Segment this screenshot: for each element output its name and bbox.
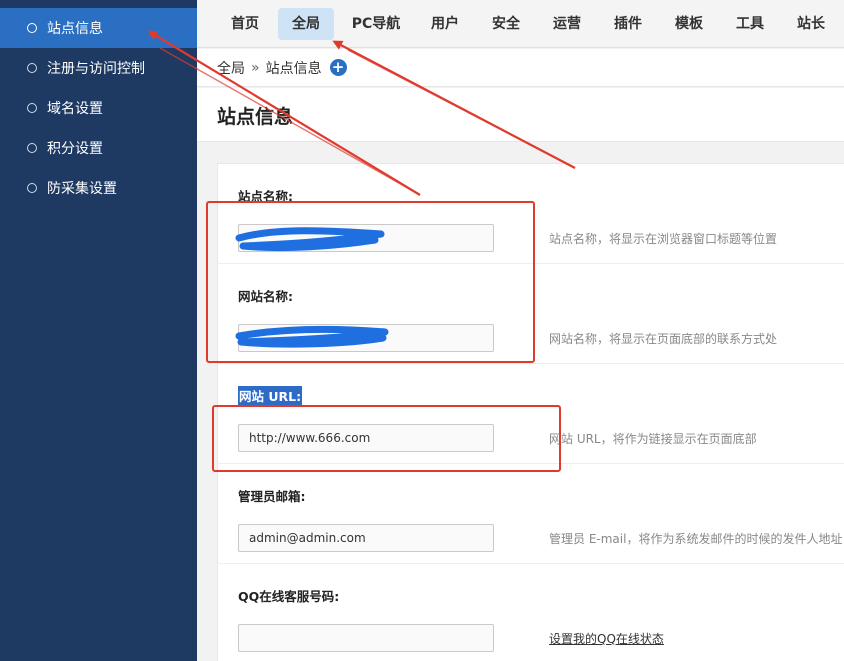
breadcrumb-current: 站点信息 — [265, 60, 322, 77]
sidebar-item-label: 积分设置 — [47, 141, 103, 157]
form-row-web-name: 网站名称: 网站名称，将显示在页面底部的联系方式处 — [218, 264, 844, 364]
sidebar-item-label: 防采集设置 — [47, 181, 117, 197]
circle-icon — [27, 63, 37, 73]
top-nav: 首页 全局 PC导航 用户 安全 运营 插件 模板 工具 站长 — [197, 0, 844, 48]
title-bar: 站点信息 — [197, 88, 844, 142]
tab-security[interactable]: 安全 — [484, 8, 528, 40]
sidebar-item-label: 注册与访问控制 — [47, 61, 145, 77]
qq-label: QQ在线客服号码: — [238, 589, 340, 604]
site-name-hint: 站点名称，将显示在浏览器窗口标题等位置 — [549, 232, 778, 246]
admin-email-hint: 管理员 E-mail，将作为系统发邮件的时候的发件人地址 — [549, 532, 843, 546]
sidebar-item-points[interactable]: 积分设置 — [0, 128, 197, 168]
sidebar-item-register-access[interactable]: 注册与访问控制 — [0, 48, 197, 88]
qq-status-link[interactable]: 设置我的QQ在线状态 — [549, 630, 664, 647]
sidebar-item-anti-scrape[interactable]: 防采集设置 — [0, 168, 197, 208]
tab-templates[interactable]: 模板 — [667, 8, 711, 40]
settings-form: 站点名称: 站点名称，将显示在浏览器窗口标题等位置 网站名称: 网站名称，将显示… — [217, 163, 844, 661]
circle-icon — [27, 103, 37, 113]
tab-tools[interactable]: 工具 — [728, 8, 772, 40]
form-row-admin-email: 管理员邮箱: 管理员 E-mail，将作为系统发邮件的时候的发件人地址 — [218, 464, 844, 564]
web-name-label: 网站名称: — [238, 289, 293, 304]
plus-circle-icon[interactable]: + — [329, 59, 347, 76]
breadcrumb-separator: » — [251, 59, 260, 76]
form-row-qq: QQ在线客服号码: 设置我的QQ在线状态 — [218, 564, 844, 661]
tab-users[interactable]: 用户 — [423, 8, 467, 40]
site-url-hint: 网站 URL，将作为链接显示在页面底部 — [549, 432, 757, 446]
sidebar: 站点信息 注册与访问控制 域名设置 积分设置 防采集设置 — [0, 0, 197, 661]
form-row-site-name: 站点名称: 站点名称，将显示在浏览器窗口标题等位置 — [218, 164, 844, 264]
site-name-input[interactable] — [238, 224, 494, 252]
tab-global[interactable]: 全局 — [278, 8, 334, 40]
breadcrumb-root[interactable]: 全局 — [217, 58, 245, 78]
admin-email-input[interactable] — [238, 524, 494, 552]
sidebar-item-domain[interactable]: 域名设置 — [0, 88, 197, 128]
sidebar-item-label: 域名设置 — [47, 101, 103, 117]
web-name-input[interactable] — [238, 324, 494, 352]
circle-icon — [27, 143, 37, 153]
site-name-label: 站点名称: — [238, 189, 293, 204]
tab-home[interactable]: 首页 — [221, 8, 269, 40]
page-title: 站点信息 — [217, 106, 294, 128]
sidebar-item-site-info[interactable]: 站点信息 — [0, 8, 197, 48]
sidebar-item-label: 站点信息 — [47, 21, 103, 37]
circle-icon — [27, 183, 37, 193]
tab-operations[interactable]: 运营 — [545, 8, 589, 40]
tab-webmaster[interactable]: 站长 — [789, 8, 833, 40]
qq-input[interactable] — [238, 624, 494, 652]
site-url-input[interactable] — [238, 424, 494, 452]
tab-pc-nav[interactable]: PC导航 — [347, 8, 405, 40]
admin-email-label: 管理员邮箱: — [238, 489, 306, 504]
form-row-site-url: 网站 URL: 网站 URL，将作为链接显示在页面底部 — [218, 364, 844, 464]
tab-plugins[interactable]: 插件 — [606, 8, 650, 40]
circle-icon — [27, 23, 37, 33]
breadcrumb: 全局 » 站点信息 + — [197, 49, 844, 87]
web-name-hint: 网站名称，将显示在页面底部的联系方式处 — [549, 332, 778, 346]
site-url-label: 网站 URL: — [238, 386, 303, 405]
